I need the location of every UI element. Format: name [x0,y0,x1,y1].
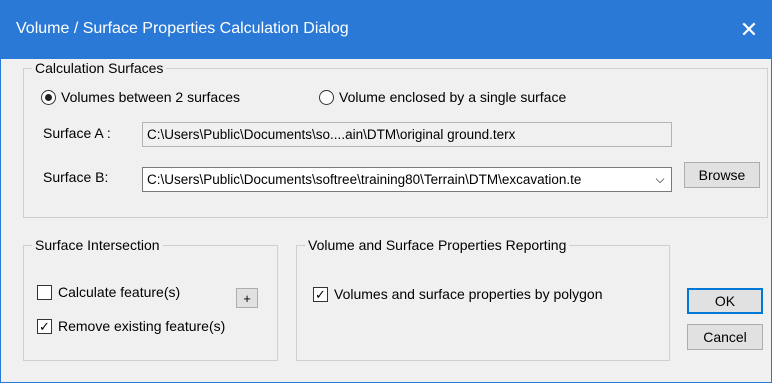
title-bar: Volume / Surface Properties Calculation … [1,1,771,59]
reporting-group: Volume and Surface Properties Reporting … [296,237,670,361]
remove-existing-checkbox[interactable]: ✓ Remove existing feature(s) [37,318,225,334]
surface-b-combobox[interactable]: C:\Users\Public\Documents\softree\traini… [142,167,672,192]
reporting-label: Volume and Surface Properties Reporting [305,237,570,253]
dialog-window: Volume / Surface Properties Calculation … [0,0,772,383]
browse-button[interactable]: Browse [684,162,760,188]
close-icon: ✕ [739,17,759,42]
remove-existing-label: Remove existing feature(s) [58,318,226,334]
dialog-title: Volume / Surface Properties Calculation … [16,20,349,37]
surface-a-label: Surface A : [43,125,111,141]
radio-between-indicator[interactable] [41,89,56,105]
calculate-features-label: Calculate feature(s) [58,284,181,300]
surface-intersection-group: Surface Intersection Calculate feature(s… [23,237,278,361]
calculate-features-checkbox[interactable]: Calculate feature(s) [37,284,180,300]
radio-volume-single[interactable]: Volume enclosed by a single surface [319,89,566,105]
surface-intersection-label: Surface Intersection [32,237,163,253]
radio-volumes-between[interactable]: Volumes between 2 surfaces [41,89,240,105]
cancel-button[interactable]: Cancel [687,324,763,350]
radio-single-indicator[interactable] [319,89,334,105]
checkmark-icon: ✓ [315,286,326,302]
by-polygon-box[interactable]: ✓ [313,286,328,302]
remove-existing-box[interactable]: ✓ [37,318,52,334]
radio-single-label: Volume enclosed by a single surface [339,89,567,105]
calculate-features-box[interactable] [37,284,52,300]
surface-b-value: C:\Users\Public\Documents\softree\traini… [147,172,582,187]
add-feature-button[interactable]: + [236,288,258,308]
surface-a-field: C:\Users\Public\Documents\so....ain\DTM\… [142,122,672,147]
chevron-down-icon[interactable]: ⌵ [653,168,667,191]
checkmark-icon: ✓ [39,318,50,334]
radio-selected-dot [45,93,52,101]
calculation-surfaces-group: Calculation Surfaces Volumes between 2 s… [23,60,768,218]
surface-b-label: Surface B: [43,169,109,185]
ok-button[interactable]: OK [687,288,763,314]
close-button[interactable]: ✕ [727,1,771,59]
calculation-surfaces-label: Calculation Surfaces [32,60,167,76]
by-polygon-checkbox[interactable]: ✓ Volumes and surface properties by poly… [313,286,603,302]
by-polygon-label: Volumes and surface properties by polygo… [334,286,603,302]
radio-between-label: Volumes between 2 surfaces [61,89,240,105]
